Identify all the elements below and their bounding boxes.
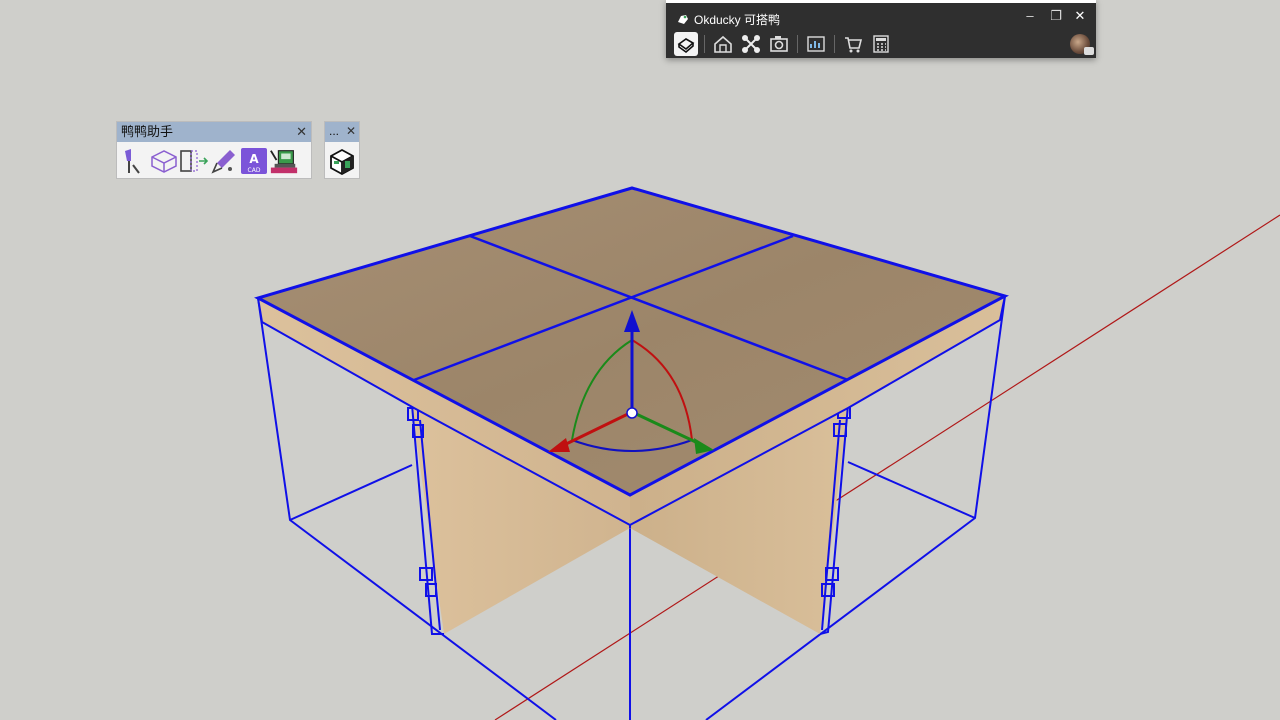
minimize-button[interactable]: – (1020, 7, 1040, 25)
camera-button[interactable] (767, 32, 791, 56)
camera-icon (770, 36, 788, 52)
toolbar-separator (797, 35, 798, 53)
yaya-assistant-toolbar: 鸭鸭助手 ✕ A CAD (116, 121, 312, 179)
avatar-badge-icon (1084, 47, 1094, 55)
svg-text:CAD: CAD (248, 167, 261, 174)
knife-icon (125, 149, 140, 174)
knife-tool-button[interactable] (119, 146, 149, 176)
component-box-button[interactable] (327, 146, 357, 176)
eyedropper-icon (211, 150, 235, 174)
cad-icon: ACAD (241, 148, 267, 174)
machine-icon (270, 150, 298, 174)
box-section-icon (151, 150, 177, 173)
svg-text:A: A (249, 152, 259, 166)
cart-icon (845, 37, 863, 53)
nodes-button[interactable] (739, 32, 763, 56)
close-button[interactable]: ✕ (1070, 7, 1090, 25)
okducky-title: Okducky 可搭鸭 (694, 13, 781, 27)
house-icon (714, 35, 732, 53)
calculator-button[interactable] (869, 32, 893, 56)
split-icon (180, 150, 209, 172)
okducky-logo-icon (678, 15, 688, 24)
toolbar-separator (704, 35, 705, 53)
mini-toolbar-title: ... (329, 124, 340, 138)
mini-toolbar-close-button[interactable]: ✕ (346, 122, 356, 140)
nodes-icon (742, 35, 760, 53)
split-panel-button[interactable] (179, 146, 209, 176)
model-viewport[interactable] (0, 0, 1280, 720)
toolbar-title: 鸭鸭助手 (121, 124, 174, 139)
box-tool-button[interactable] (674, 32, 698, 56)
house-button[interactable] (711, 32, 735, 56)
chart-icon (807, 36, 825, 52)
box-tool-icon (677, 38, 695, 53)
mini-toolbar: ... ✕ (324, 121, 360, 179)
chart-button[interactable] (804, 32, 828, 56)
okducky-window: Okducky 可搭鸭 – ❐ ✕ (666, 0, 1096, 58)
calculator-icon (873, 35, 889, 53)
eyedropper-button[interactable] (209, 146, 239, 176)
toolbar-separator (834, 35, 835, 53)
box-section-button[interactable] (149, 146, 179, 176)
toolbar-title-bar[interactable]: 鸭鸭助手 ✕ (117, 122, 311, 142)
component-box-icon (330, 148, 354, 175)
cad-button[interactable]: A CAD (239, 146, 269, 176)
cart-button[interactable] (841, 32, 865, 56)
toolbar-close-button[interactable]: ✕ (296, 122, 307, 142)
mini-toolbar-title-bar[interactable]: ... ✕ (325, 122, 359, 142)
machine-button[interactable] (269, 146, 299, 176)
restore-button[interactable]: ❐ (1046, 7, 1066, 25)
